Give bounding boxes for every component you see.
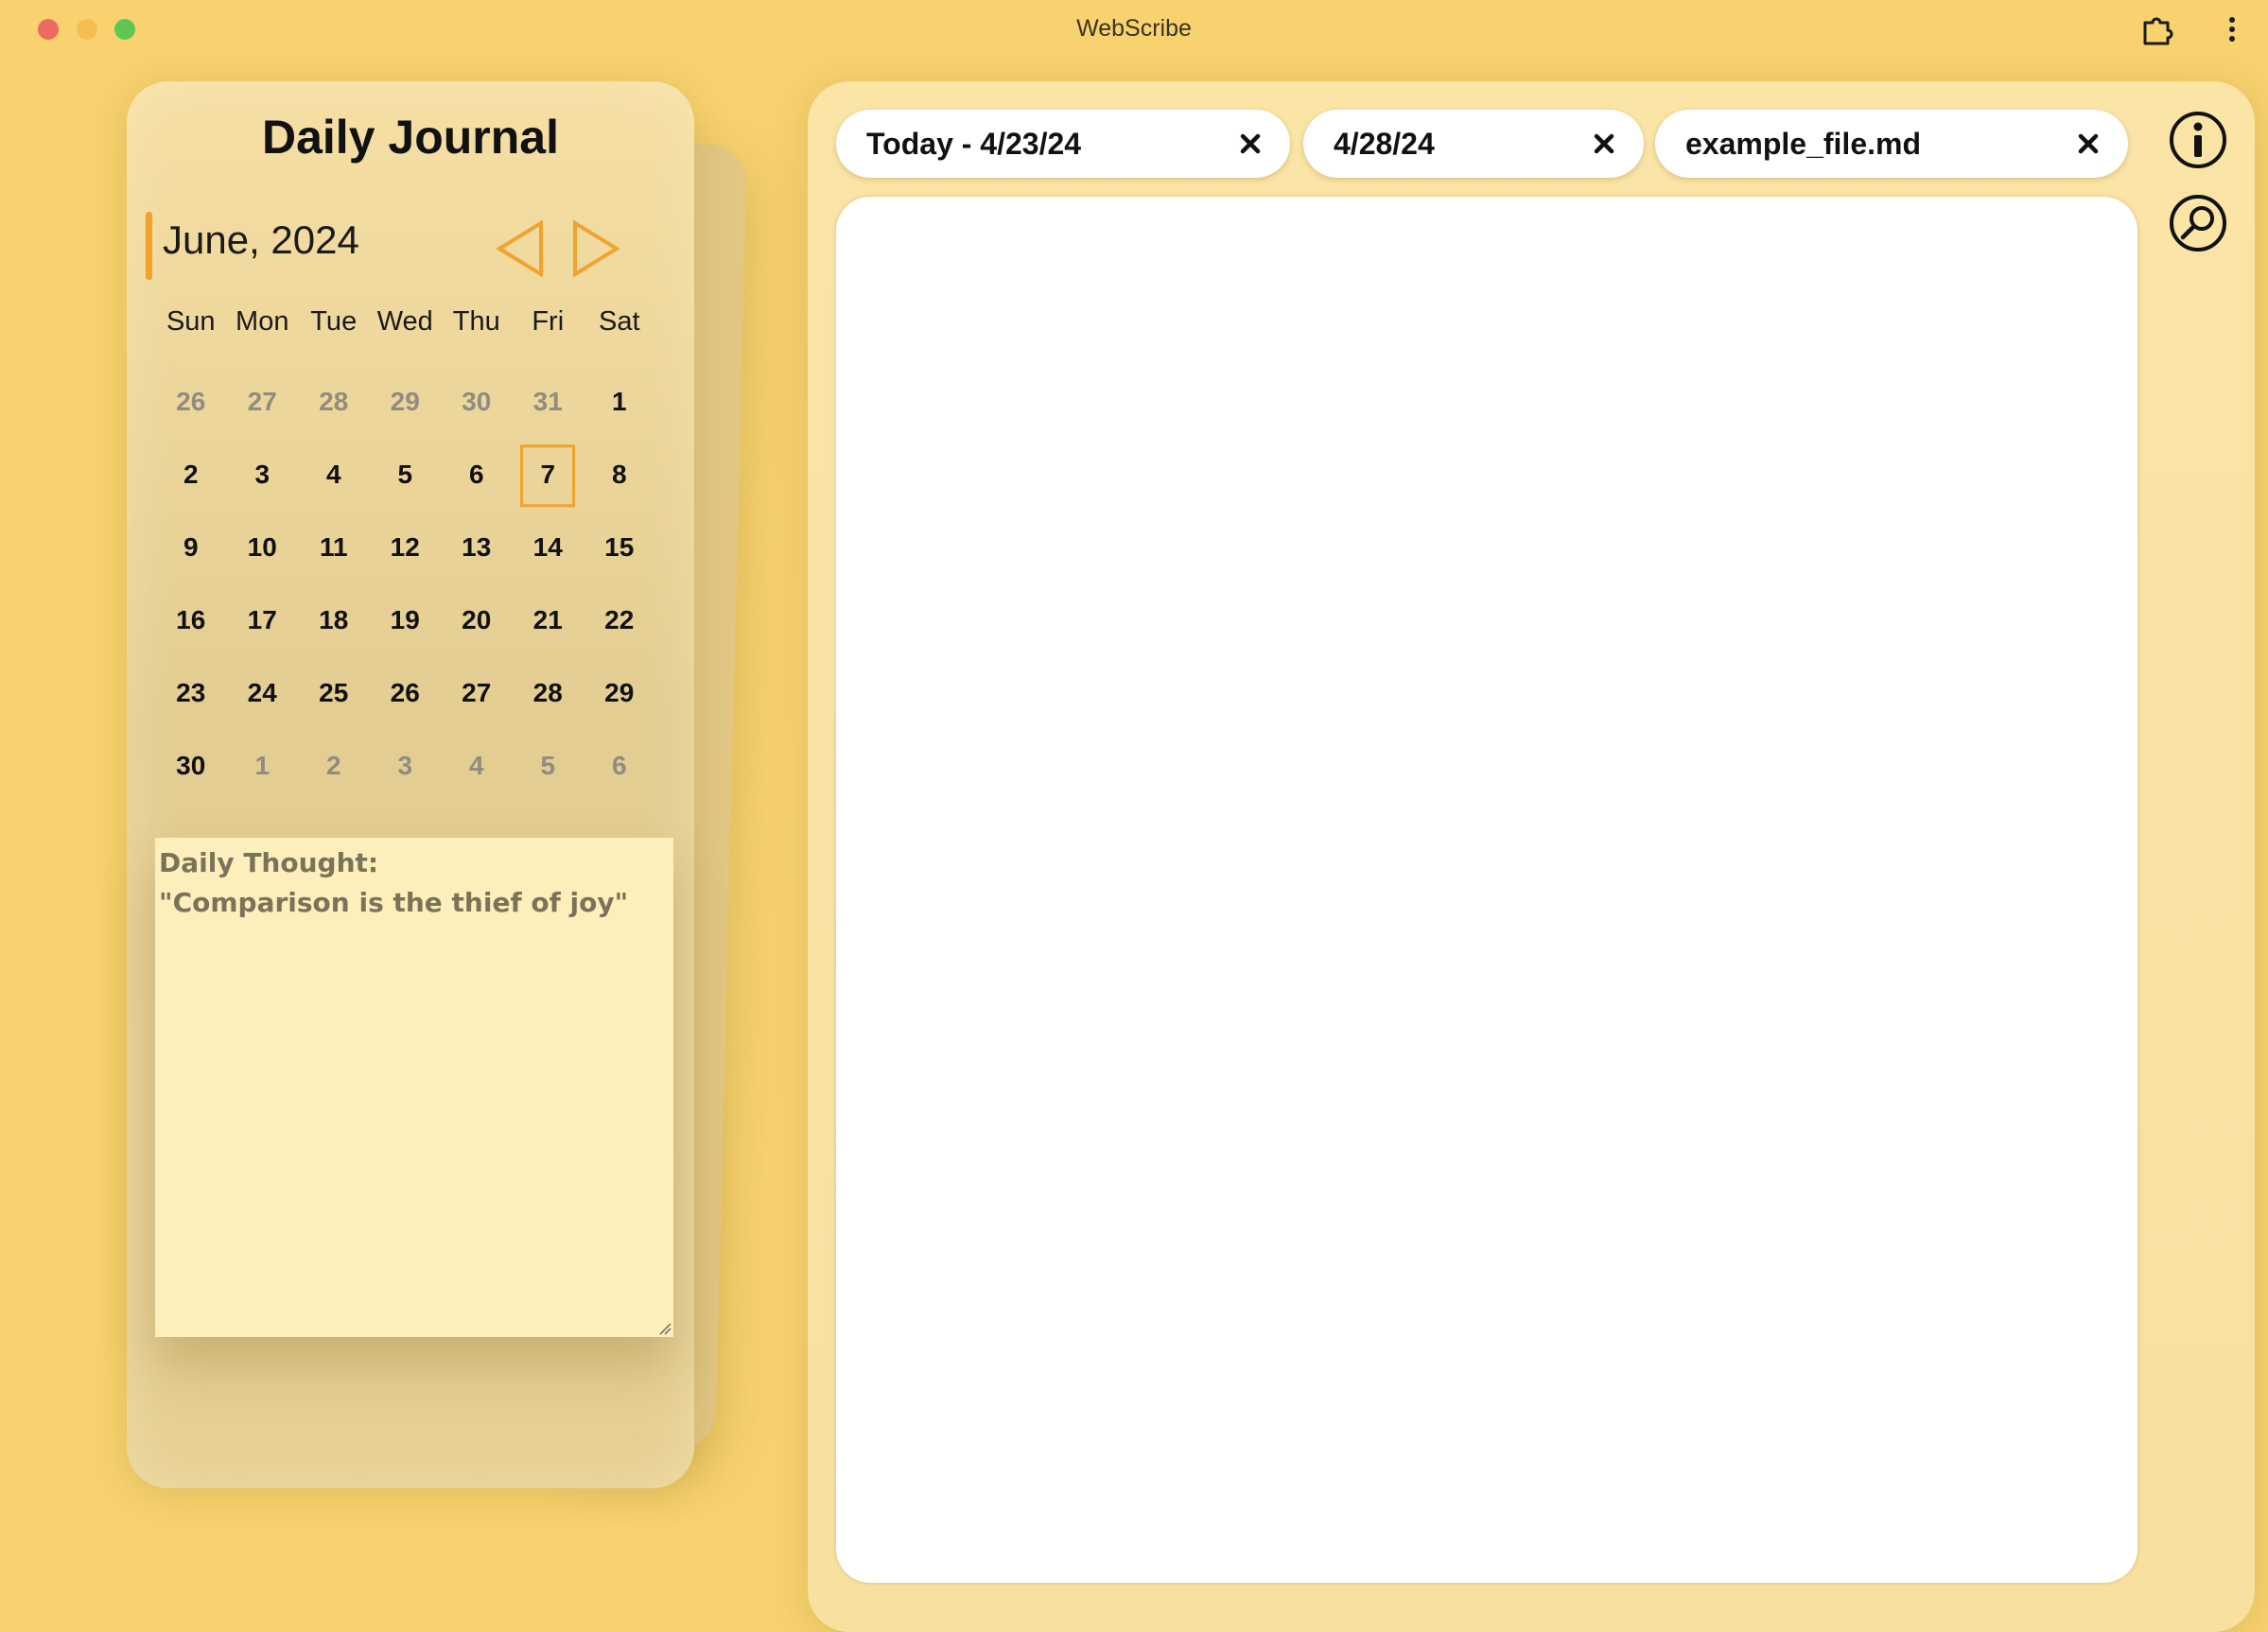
puzzle-extension-icon[interactable] <box>2141 13 2175 45</box>
calendar-week-row: 26 27 28 29 30 31 1 <box>155 365 656 438</box>
close-icon[interactable] <box>2075 130 2102 157</box>
calendar-week-row: 30 1 2 3 4 5 6 <box>155 729 656 802</box>
calendar-day[interactable]: 27 <box>441 678 513 708</box>
calendar-day[interactable]: 12 <box>370 532 442 563</box>
weekday-header-row: Sun Mon Tue Wed Thu Fri Sat <box>155 306 656 365</box>
calendar-day[interactable]: 15 <box>584 532 655 563</box>
close-icon[interactable] <box>1237 130 1264 157</box>
calendar-day[interactable]: 6 <box>441 460 513 490</box>
daily-thought-text: "Comparison is the thief of joy" <box>159 887 629 918</box>
tab-label: example_file.md <box>1685 127 1921 161</box>
editor-text-area[interactable] <box>836 197 2137 1583</box>
month-label: June, 2024 <box>163 217 359 262</box>
calendar-day-selected[interactable]: 7 <box>513 443 584 507</box>
calendar-day[interactable]: 6 <box>584 751 655 781</box>
calendar-day[interactable]: 30 <box>155 751 227 781</box>
calendar-week-row: 16 17 18 19 20 21 22 <box>155 583 656 656</box>
calendar-day[interactable]: 5 <box>370 460 442 490</box>
calendar-day[interactable]: 26 <box>155 387 227 417</box>
previous-month-button[interactable] <box>494 219 547 278</box>
title-bar: WebScribe <box>0 0 2268 59</box>
calendar-day[interactable]: 26 <box>370 678 442 708</box>
calendar-day[interactable]: 29 <box>584 678 655 708</box>
calendar-week-row: 2 3 4 5 6 7 8 <box>155 438 656 511</box>
calendar-day[interactable]: 13 <box>441 532 513 563</box>
weekday-label: Wed <box>376 306 433 337</box>
vertical-ellipsis-icon[interactable] <box>2223 13 2242 45</box>
daily-thought-textarea[interactable]: Daily Thought: "Comparison is the thief … <box>155 838 673 1337</box>
calendar-day[interactable]: 17 <box>227 605 299 635</box>
calendar-day[interactable]: 2 <box>155 460 227 490</box>
calendar-day[interactable]: 3 <box>370 751 442 781</box>
calendar-week-row: 9 10 11 12 13 14 15 <box>155 511 656 583</box>
resize-grip-icon[interactable] <box>658 1322 672 1335</box>
weekday-label: Thu <box>452 306 500 337</box>
tab-label: Today - 4/23/24 <box>866 127 1082 161</box>
calendar-day[interactable]: 1 <box>584 387 655 417</box>
calendar-day[interactable]: 27 <box>227 387 299 417</box>
calendar-day[interactable]: 28 <box>298 387 370 417</box>
journal-panel: Daily Journal June, 2024 Sun Mon Tue Wed… <box>127 81 694 1488</box>
calendar-day[interactable]: 8 <box>584 460 655 490</box>
close-icon[interactable] <box>1591 130 1617 157</box>
calendar-day[interactable]: 23 <box>155 678 227 708</box>
weekday-label: Tue <box>310 306 358 337</box>
calendar-day[interactable]: 25 <box>298 678 370 708</box>
window-title: WebScribe <box>1076 15 1192 42</box>
calendar-week-row: 23 24 25 26 27 28 29 <box>155 656 656 729</box>
tab-file[interactable]: example_file.md <box>1655 110 2128 178</box>
weekday-label: Mon <box>236 306 289 337</box>
tab-date[interactable]: 4/28/24 <box>1303 110 1644 178</box>
calendar-day[interactable]: 11 <box>298 532 370 563</box>
selected-day-outline <box>520 443 576 507</box>
calendar-day[interactable]: 31 <box>513 387 584 417</box>
search-icon[interactable] <box>2168 193 2228 253</box>
calendar-day[interactable]: 3 <box>227 460 299 490</box>
journal-title: Daily Journal <box>262 111 559 164</box>
editor-panel: Today - 4/23/24 4/28/24 example_file.md <box>808 81 2255 1632</box>
calendar-day[interactable]: 14 <box>513 532 584 563</box>
calendar-day[interactable]: 28 <box>513 678 584 708</box>
calendar-day[interactable]: 4 <box>441 751 513 781</box>
calendar-day[interactable]: 20 <box>441 605 513 635</box>
calendar-day[interactable]: 22 <box>584 605 655 635</box>
weekday-label: Fri <box>532 306 565 337</box>
calendar-day[interactable]: 1 <box>227 751 299 781</box>
calendar-day[interactable]: 16 <box>155 605 227 635</box>
calendar-day[interactable]: 4 <box>298 460 370 490</box>
calendar-day[interactable]: 18 <box>298 605 370 635</box>
calendar-day[interactable]: 5 <box>513 751 584 781</box>
calendar-day[interactable]: 29 <box>370 387 442 417</box>
next-month-button[interactable] <box>569 219 622 278</box>
calendar-grid: Sun Mon Tue Wed Thu Fri Sat 26 27 28 29 … <box>155 306 656 802</box>
calendar-day[interactable]: 2 <box>298 751 370 781</box>
calendar-day[interactable]: 30 <box>441 387 513 417</box>
tab-today[interactable]: Today - 4/23/24 <box>836 110 1290 178</box>
month-accent-bar <box>146 212 152 280</box>
info-icon[interactable] <box>2168 110 2228 170</box>
calendar-day[interactable]: 10 <box>227 532 299 563</box>
weekday-label: Sat <box>598 306 640 337</box>
calendar-day[interactable]: 21 <box>513 605 584 635</box>
daily-thought-label: Daily Thought: <box>159 847 379 878</box>
calendar-day[interactable]: 24 <box>227 678 299 708</box>
weekday-label: Sun <box>166 306 216 337</box>
calendar-day[interactable]: 19 <box>370 605 442 635</box>
tab-label: 4/28/24 <box>1334 127 1435 161</box>
calendar-day[interactable]: 9 <box>155 532 227 563</box>
